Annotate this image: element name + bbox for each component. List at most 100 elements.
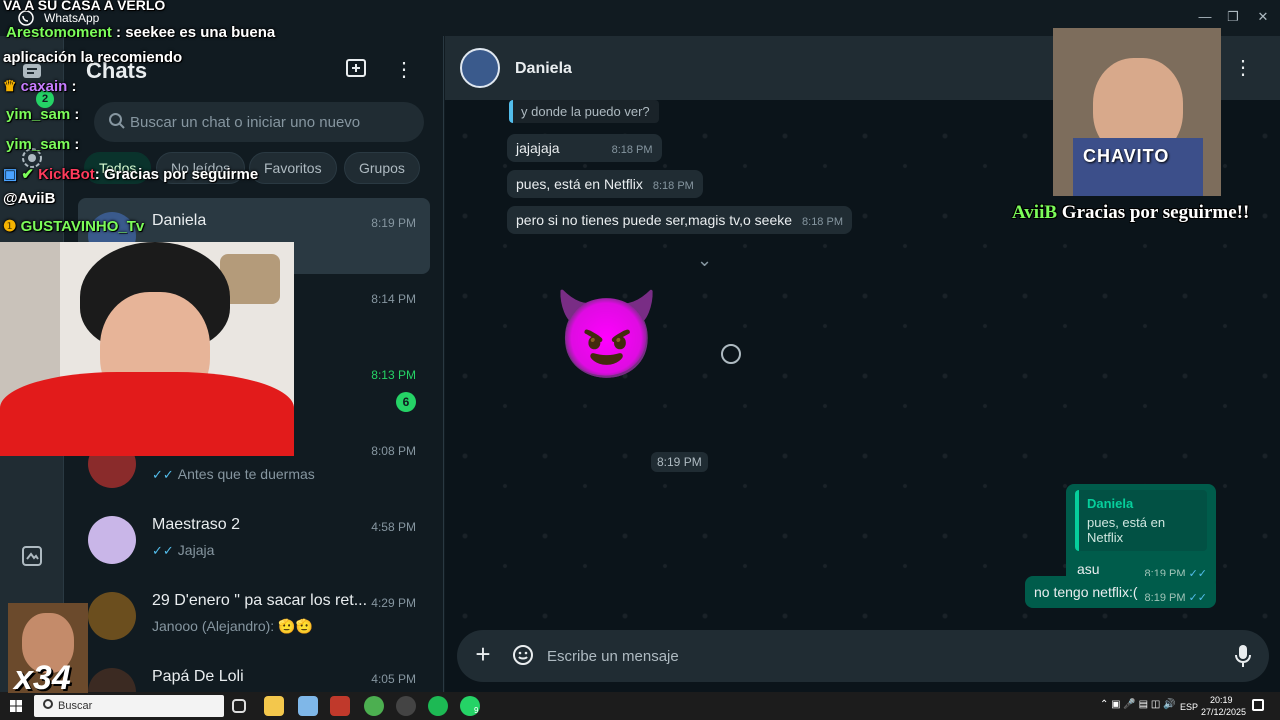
chat-time: 8:19 PM: [371, 216, 416, 230]
message-meta: 8:19 PM ✓✓: [1145, 591, 1207, 604]
stream-chat-text: :: [74, 106, 80, 123]
outgoing-message[interactable]: Daniela pues, está en Netflix asu 8:19 P…: [1066, 484, 1216, 589]
stream-chat-text: : seekee es una buena: [116, 24, 276, 41]
stream-chat-line: aplicación la recomiendo: [3, 49, 183, 66]
notepad-icon[interactable]: [298, 696, 318, 716]
obs-icon[interactable]: [396, 696, 416, 716]
quoted-message[interactable]: y donde la puedo ver?: [509, 100, 659, 123]
chat-name: 29 D'enero " pa sacar los ret...: [152, 592, 368, 609]
message-text: pero si no tienes puede ser,magis tv,o s…: [516, 212, 793, 228]
stream-chat-line: ♛ caxain :: [3, 77, 77, 95]
incoming-message[interactable]: jajajaja 8:18 PM: [507, 134, 662, 162]
incoming-message[interactable]: pues, está en Netflix 8:18 PM: [507, 170, 703, 198]
message-time: 8:18 PM: [802, 216, 843, 228]
contact-avatar[interactable]: [460, 48, 500, 88]
chat-name: Daniela: [152, 212, 207, 229]
message-text: no tengo netflix:(: [1034, 584, 1138, 600]
chat-row-maestraso[interactable]: Maestraso 2 4:58 PM ✓✓ Jajaja: [78, 502, 430, 578]
notifications-icon[interactable]: [1252, 699, 1264, 711]
new-chat-icon[interactable]: [342, 56, 370, 84]
subscriber-badge-icon: ❶: [3, 218, 17, 235]
quote-author: Daniela: [1087, 496, 1134, 511]
message-text: jajajaja: [516, 140, 560, 156]
chrome-icon[interactable]: [364, 696, 384, 716]
chat-row-papa-de-loli[interactable]: Papá De Loli 4:05 PM: [78, 654, 430, 692]
stream-chat-user: KickBot: [38, 166, 95, 183]
read-ticks-icon: ✓✓: [1188, 592, 1207, 604]
message-composer: +: [457, 630, 1269, 682]
task-view-icon[interactable]: [232, 699, 246, 713]
quoted-reply[interactable]: Daniela pues, está en Netflix: [1075, 490, 1207, 551]
windows-start-icon[interactable]: [10, 700, 22, 712]
stream-chat-text: :: [71, 78, 77, 95]
chavito-overlay: CHAVITO: [1053, 28, 1221, 196]
chat-preview-text: Jajaja: [177, 542, 215, 558]
minimize-icon[interactable]: —: [1194, 6, 1216, 28]
filter-favoritos[interactable]: Favoritos: [249, 152, 337, 184]
app-icon[interactable]: [330, 696, 350, 716]
bot-badge-icon: ▣: [3, 166, 18, 183]
follow-thanks-user: AviiB: [1012, 202, 1058, 223]
stream-chat-user: GUSTAVINHO_Tv: [20, 218, 145, 235]
react-icon[interactable]: [721, 344, 741, 364]
stream-chat-line: yim_sam :: [6, 106, 79, 123]
chat-time: 8:14 PM: [371, 292, 416, 306]
outgoing-message[interactable]: no tengo netflix:( 8:19 PM ✓✓: [1025, 576, 1216, 608]
taskbar-search-label: Buscar: [58, 700, 93, 712]
stream-chat-line: Arestomoment : seekee es una buena: [6, 24, 275, 41]
chat-preview: Janooo (Alejandro): 🫡🫡: [152, 618, 313, 634]
unread-badge: 6: [396, 392, 416, 412]
message-text: pues, está en Netflix: [516, 176, 643, 192]
chat-row-29-denero[interactable]: 29 D'enero " pa sacar los ret... 4:29 PM…: [78, 578, 430, 654]
chat-preview: ✓✓ Jajaja: [152, 542, 214, 559]
conversation-menu-icon[interactable]: ⋮: [1229, 54, 1257, 82]
chat-name: Maestraso 2: [152, 516, 241, 533]
taskbar-search[interactable]: Buscar: [34, 695, 224, 717]
media-icon[interactable]: [20, 544, 44, 568]
devil-sticker[interactable]: 😈: [553, 280, 660, 390]
crown-icon: ♛: [3, 78, 17, 95]
search-icon: [109, 113, 125, 129]
maximize-icon[interactable]: ❐: [1222, 6, 1244, 28]
verified-badge-icon: ✔: [21, 166, 34, 183]
read-ticks-icon: ✓✓: [152, 543, 174, 558]
stream-chat-user: yim_sam: [6, 106, 71, 123]
chat-name: Papá De Loli: [152, 668, 244, 685]
chat-preview: ✓✓ Antes que te duermas: [152, 466, 315, 483]
stream-chat-line: @AviiB: [3, 190, 56, 207]
whatsapp-window: WhatsApp — ❐ ✕ 2 Chats ⋮ Todos No leídos…: [0, 0, 1280, 720]
stream-chat-text: :: [74, 136, 80, 153]
clock-time[interactable]: 20:19: [1210, 695, 1233, 705]
tray-icons[interactable]: ⌃ ▣ 🎤 ▤ ◫ 🔊: [1100, 699, 1176, 710]
streamer-webcam: [0, 242, 294, 456]
attach-plus-icon[interactable]: +: [471, 641, 495, 667]
stream-chat-user: yim_sam: [6, 136, 71, 153]
microphone-icon[interactable]: [1233, 643, 1253, 669]
taskbar-search-icon: [43, 699, 53, 709]
quote-text: pues, está en Netflix: [1087, 515, 1166, 545]
language-indicator[interactable]: ESP: [1180, 702, 1198, 712]
spotify-icon[interactable]: [428, 696, 448, 716]
avatar: [88, 592, 136, 640]
message-time: 8:18 PM: [652, 180, 694, 192]
chat-time: 4:58 PM: [371, 520, 416, 534]
menu-icon[interactable]: ⋮: [390, 56, 418, 84]
follow-thanks-text: Gracias por seguirme!!: [1061, 202, 1250, 223]
message-input[interactable]: [547, 630, 1207, 682]
clock-date[interactable]: 27/12/2025: [1201, 707, 1246, 717]
filter-grupos[interactable]: Grupos: [344, 152, 420, 184]
emoji-sticker-icon[interactable]: [511, 643, 535, 667]
overlay-top-line: VA A SU CASA A VERLO: [3, 0, 166, 13]
search-input[interactable]: [130, 102, 410, 142]
avatar: [88, 516, 136, 564]
stream-chat-user: Arestomoment: [6, 24, 112, 41]
contact-name[interactable]: Daniela: [515, 60, 572, 78]
close-icon[interactable]: ✕: [1252, 6, 1274, 28]
incoming-message[interactable]: pero si no tienes puede ser,magis tv,o s…: [507, 206, 852, 234]
stream-chat-user: caxain: [20, 78, 68, 95]
chevron-down-icon[interactable]: ⌄: [697, 250, 712, 271]
windows-taskbar: Buscar 9 ⌃ ▣ 🎤 ▤ ◫ 🔊 ESP 20:19 27/12/202…: [0, 692, 1280, 720]
combo-counter: x34: [14, 659, 71, 693]
file-explorer-icon[interactable]: [264, 696, 284, 716]
search-bar[interactable]: [94, 102, 424, 142]
